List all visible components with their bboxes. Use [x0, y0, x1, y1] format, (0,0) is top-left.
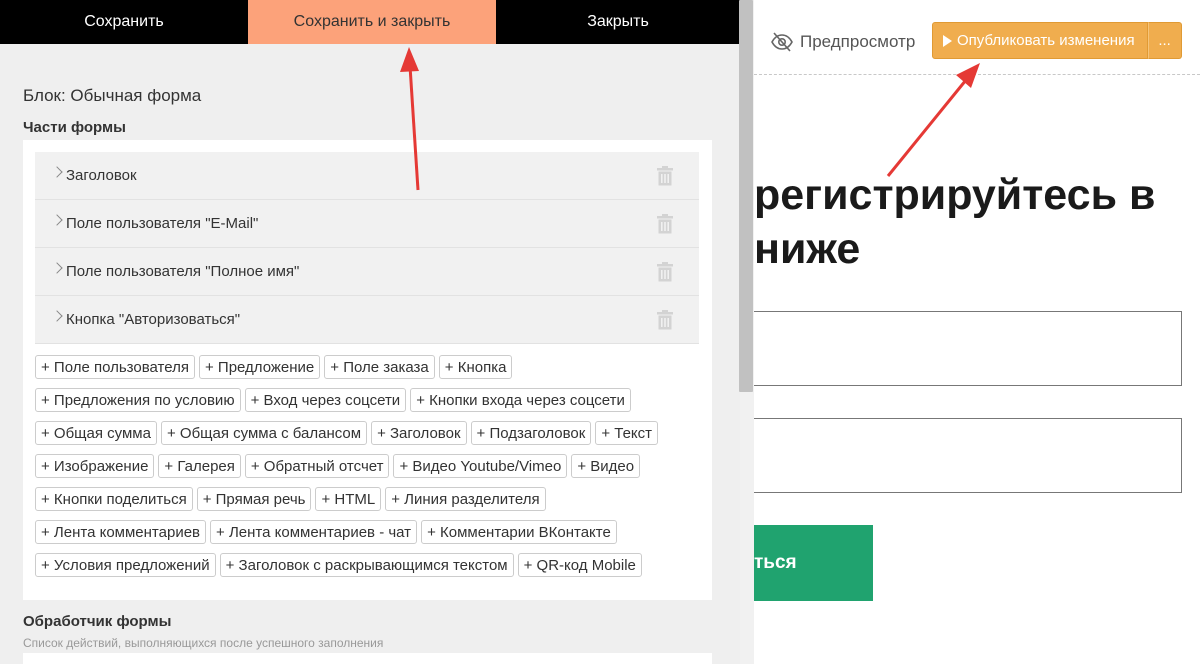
editor-topbar: Сохранить Сохранить и закрыть Закрыть [0, 0, 740, 44]
preview-heading-line2: ниже [754, 225, 861, 273]
preview-toolbar: Предпросмотр Опубликовать изменения ... [754, 0, 1200, 75]
publish-button[interactable]: Опубликовать изменения [932, 22, 1148, 59]
add-element-tags: + Поле пользователя + Предложение + Поле з… [35, 355, 699, 586]
add-element-button[interactable]: + Кнопка [438, 355, 513, 379]
fullname-field[interactable] [754, 418, 1182, 493]
add-element-button[interactable]: + Условия предложений [35, 553, 216, 577]
play-icon [943, 34, 952, 47]
panel-scrollbar-thumb[interactable] [739, 0, 753, 392]
add-element-button[interactable]: + Текст [595, 421, 659, 445]
form-part-item[interactable]: Поле пользователя "Полное имя" [35, 248, 699, 296]
add-tags-row: + Предложения по условию + Вход через соц… [35, 388, 699, 412]
chevron-right-icon[interactable] [51, 166, 63, 178]
add-element-button[interactable]: + Комментарии ВКонтакте [421, 520, 617, 544]
add-element-button[interactable]: + Предложение [198, 355, 321, 379]
form-part-label: Поле пользователя "Полное имя" [66, 263, 300, 280]
trash-icon[interactable] [656, 310, 674, 330]
eye-slash-icon [771, 32, 793, 52]
add-tags-row: + Условия предложений + Заголовок с раскр… [35, 553, 699, 577]
form-handler-title: Обработчик формы [23, 613, 172, 630]
add-element-button[interactable]: + Общая сумма с балансом [160, 421, 368, 445]
add-element-button[interactable]: + Вход через соцсети [244, 388, 407, 412]
add-tags-row: + Общая сумма + Общая сумма с балансом + З… [35, 421, 699, 445]
save-and-close-button[interactable]: Сохранить и закрыть [248, 0, 496, 44]
chevron-right-icon[interactable] [51, 214, 63, 226]
page-preview: Предпросмотр Опубликовать изменения ... … [754, 0, 1200, 664]
add-element-button[interactable]: + Заголовок с раскрывающимся текстом [219, 553, 514, 577]
add-element-button[interactable]: + QR-код Mobile [517, 553, 642, 577]
block-title: Блок: Обычная форма [23, 86, 202, 105]
add-element-button[interactable]: + Поле заказа [324, 355, 435, 379]
form-part-label: Кнопка "Авторизоваться" [66, 311, 241, 328]
add-element-button[interactable]: + HTML [315, 487, 382, 511]
email-field[interactable] [754, 311, 1182, 386]
add-element-button[interactable]: + Галерея [158, 454, 241, 478]
form-parts-list: Заголовок Поле пользователя "E-Mail" Пол… [35, 152, 699, 344]
editor-panel: Сохранить Сохранить и закрыть Закрыть Бл… [0, 0, 740, 664]
form-part-label: Поле пользователя "E-Mail" [66, 215, 259, 232]
form-parts-card: Заголовок Поле пользователя "E-Mail" Пол… [23, 140, 712, 600]
add-element-button[interactable]: + Кнопки входа через соцсети [410, 388, 631, 412]
form-handler-card [23, 653, 712, 664]
add-tags-row: + Изображение + Галерея + Обратный отсчет +… [35, 454, 699, 478]
chevron-right-icon[interactable] [51, 310, 63, 322]
save-button[interactable]: Сохранить [0, 0, 248, 44]
add-element-button[interactable]: + Линия разделителя [385, 487, 546, 511]
trash-icon[interactable] [656, 262, 674, 282]
publish-more-button[interactable]: ... [1147, 22, 1182, 59]
form-part-item[interactable]: Поле пользователя "E-Mail" [35, 200, 699, 248]
form-parts-title: Части формы [23, 119, 126, 136]
add-element-button[interactable]: + Обратный отсчет [244, 454, 390, 478]
add-element-button[interactable]: + Предложения по условию [35, 388, 241, 412]
add-element-button[interactable]: + Общая сумма [35, 421, 157, 445]
add-element-button[interactable]: + Изображение [35, 454, 155, 478]
add-element-button[interactable]: + Заголовок [371, 421, 467, 445]
add-element-button[interactable]: + Лента комментариев - чат [210, 520, 418, 544]
add-element-button[interactable]: + Лента комментариев [35, 520, 207, 544]
add-tags-row: + Поле пользователя + Предложение + Поле з… [35, 355, 699, 379]
form-part-item[interactable]: Кнопка "Авторизоваться" [35, 296, 699, 344]
form-part-label: Заголовок [66, 167, 137, 184]
add-element-button[interactable]: + Прямая речь [196, 487, 312, 511]
chevron-right-icon[interactable] [51, 262, 63, 274]
publish-group: Опубликовать изменения ... [932, 22, 1182, 59]
preview-button[interactable]: Предпросмотр [770, 30, 915, 54]
add-tags-row: + Кнопки поделиться + Прямая речь + HTML + … [35, 487, 699, 511]
authorize-button[interactable]: ться [754, 525, 873, 601]
close-button[interactable]: Закрыть [496, 0, 740, 44]
add-element-button[interactable]: + Подзаголовок [470, 421, 592, 445]
add-tags-row: + Лента комментариев + Лента комментариев… [35, 520, 699, 544]
preview-heading-line1: регистрируйтесь в [754, 171, 1156, 219]
add-element-button[interactable]: + Видео Youtube/Vimeo [393, 454, 568, 478]
form-handler-subtitle: Список действий, выполняющихся после усп… [23, 636, 384, 650]
trash-icon[interactable] [656, 166, 674, 186]
trash-icon[interactable] [656, 214, 674, 234]
preview-label: Предпросмотр [800, 32, 916, 51]
add-element-button[interactable]: + Поле пользователя [35, 355, 195, 379]
add-element-button[interactable]: + Видео [571, 454, 641, 478]
add-element-button[interactable]: + Кнопки поделиться [35, 487, 193, 511]
form-part-item[interactable]: Заголовок [35, 152, 699, 200]
publish-label: Опубликовать изменения [957, 32, 1135, 49]
